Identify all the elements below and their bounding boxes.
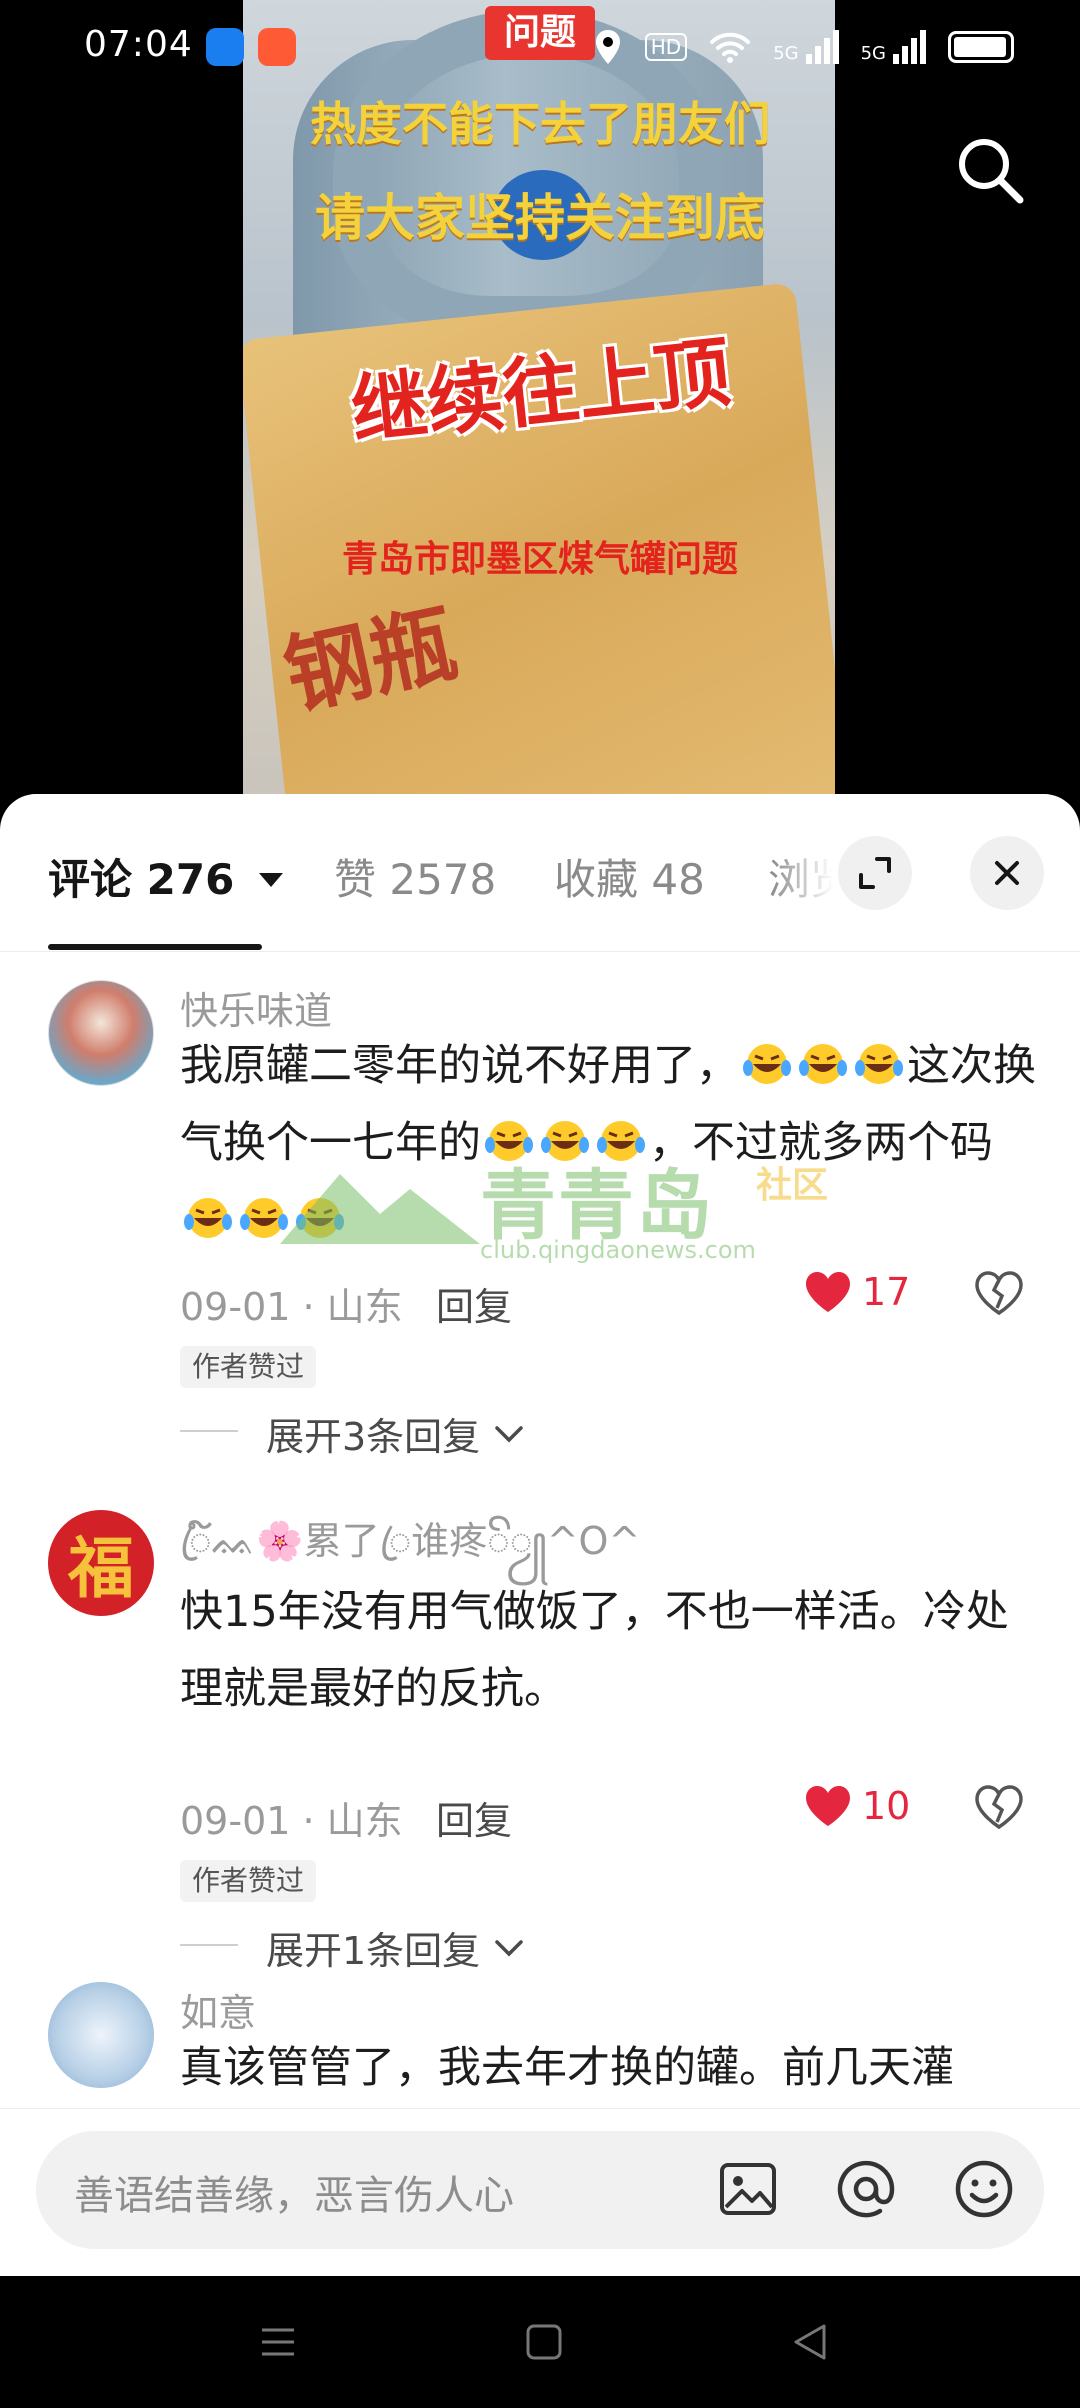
like-count: 10	[862, 1784, 911, 1828]
wifi-icon	[710, 32, 751, 63]
comment-text: 我原罐二零年的说不好用了， 这次换气换个一七年的 ，不过就多两个码	[180, 1028, 1040, 1259]
tab-active-indicator	[48, 944, 262, 950]
at-icon[interactable]	[830, 2153, 902, 2225]
status-time: 07:04	[84, 24, 193, 65]
video-player[interactable]: 钢瓶 问题 热度不能下去了朋友们 请大家坚持关注到底 继续往上顶 青岛市即墨区煤…	[0, 0, 1080, 800]
signal-5g-icon-2: 5G	[861, 30, 926, 64]
comment-input[interactable]: 善语结善缘，恶言伤人心	[36, 2131, 1044, 2249]
status-bar: 07:04 HD 5G 5G	[0, 0, 1080, 96]
system-nav-bar	[0, 2276, 1080, 2408]
menu-icon[interactable]	[254, 2318, 302, 2366]
expand-divider	[180, 1430, 238, 1432]
video-caption-line2: 请大家坚持关注到底	[315, 189, 765, 247]
caret-down-icon	[258, 873, 283, 887]
author-liked-badge: 作者赞过	[180, 1860, 317, 1902]
comment-text: 快15年没有用气做饭了，不也一样活。冷处理就是最好的反抗。	[180, 1587, 1009, 1714]
signal-5g-icon: 5G	[773, 30, 839, 64]
like-button[interactable]: 10	[804, 1784, 910, 1828]
home-icon[interactable]	[520, 2318, 568, 2366]
tab-comments-label: 评论 276	[48, 855, 235, 904]
expand-replies-label: 展开3条回复	[266, 1415, 481, 1459]
tab-likes[interactable]: 赞 2578	[334, 846, 496, 907]
comment-text: 真该管管了，我去年才换的罐。前几天灌	[180, 2043, 954, 2093]
expand-button[interactable]	[838, 836, 912, 910]
comment-date-location: 09-01 · 山东	[180, 1285, 403, 1329]
comment-input-bar: 善语结善缘，恶言伤人心	[0, 2108, 1080, 2276]
app-notification-icon-2	[258, 28, 296, 66]
comment-author[interactable]: 快乐味道	[180, 980, 332, 1035]
reply-button[interactable]: 回复	[436, 1790, 512, 1845]
avatar[interactable]	[48, 1982, 154, 2088]
expand-replies-button[interactable]: 展开3条回复	[180, 1406, 524, 1461]
expand-replies-label: 展开1条回复	[266, 1929, 481, 1973]
heart-icon	[806, 1786, 850, 1826]
app-notification-icon	[206, 28, 244, 66]
image-icon[interactable]	[712, 2153, 784, 2225]
emoji-icon[interactable]	[948, 2153, 1020, 2225]
laugh-cry-emoji-icon	[541, 1121, 589, 1161]
author-liked-badge: 作者赞过	[180, 1346, 317, 1388]
expand-divider	[180, 1944, 238, 1946]
chevron-down-icon	[495, 1939, 523, 1956]
location-icon	[595, 30, 620, 64]
expand-replies-button[interactable]: 展开1条回复	[180, 1920, 524, 1975]
laugh-cry-emoji-icon	[240, 1198, 288, 1238]
hd-icon: HD	[644, 33, 688, 61]
comment-input-placeholder: 善语结善缘，恶言伤人心	[74, 2173, 514, 2219]
avatar[interactable]: 福	[48, 1510, 154, 1616]
laugh-cry-emoji-icon	[743, 1044, 791, 1084]
comment-author[interactable]: 如意	[180, 1982, 256, 2037]
laugh-cry-emoji-icon	[855, 1044, 903, 1084]
broken-heart-icon[interactable]	[974, 1270, 1024, 1316]
expand-icon	[859, 857, 891, 889]
comments-sheet: 评论 276 赞 2578 收藏 48 浏览 快乐味道 我原罐二零年的说不好用了…	[0, 794, 1080, 2278]
search-icon[interactable]	[950, 130, 1030, 210]
back-icon[interactable]	[786, 2318, 834, 2366]
battery-icon	[948, 31, 1014, 63]
heart-icon	[806, 1272, 850, 1312]
laugh-cry-emoji-icon	[799, 1044, 847, 1084]
avatar-char: 福	[68, 1529, 134, 1607]
laugh-cry-emoji-icon	[296, 1198, 344, 1238]
laugh-cry-emoji-icon	[184, 1198, 232, 1238]
status-icons: HD 5G 5G	[593, 28, 1014, 66]
like-button[interactable]: 17	[804, 1270, 910, 1314]
reply-button[interactable]: 回复	[436, 1276, 512, 1331]
tab-comments[interactable]: 评论 276	[48, 846, 285, 907]
avatar[interactable]	[48, 980, 154, 1086]
comment-tabs: 评论 276 赞 2578 收藏 48 浏览	[0, 794, 1080, 952]
video-caption-line1: 热度不能下去了朋友们	[310, 97, 770, 151]
laugh-cry-emoji-icon	[485, 1121, 533, 1161]
like-count: 17	[862, 1270, 911, 1314]
close-button[interactable]	[970, 836, 1044, 910]
video-caption-sub: 青岛市即墨区煤气罐问题	[341, 539, 738, 580]
tab-favorites[interactable]: 收藏 48	[554, 846, 705, 907]
broken-heart-icon[interactable]	[974, 1784, 1024, 1830]
chevron-down-icon	[495, 1425, 523, 1442]
comment-date-location: 09-01 · 山东	[180, 1799, 403, 1843]
laugh-cry-emoji-icon	[597, 1121, 645, 1161]
close-icon	[995, 861, 1019, 885]
